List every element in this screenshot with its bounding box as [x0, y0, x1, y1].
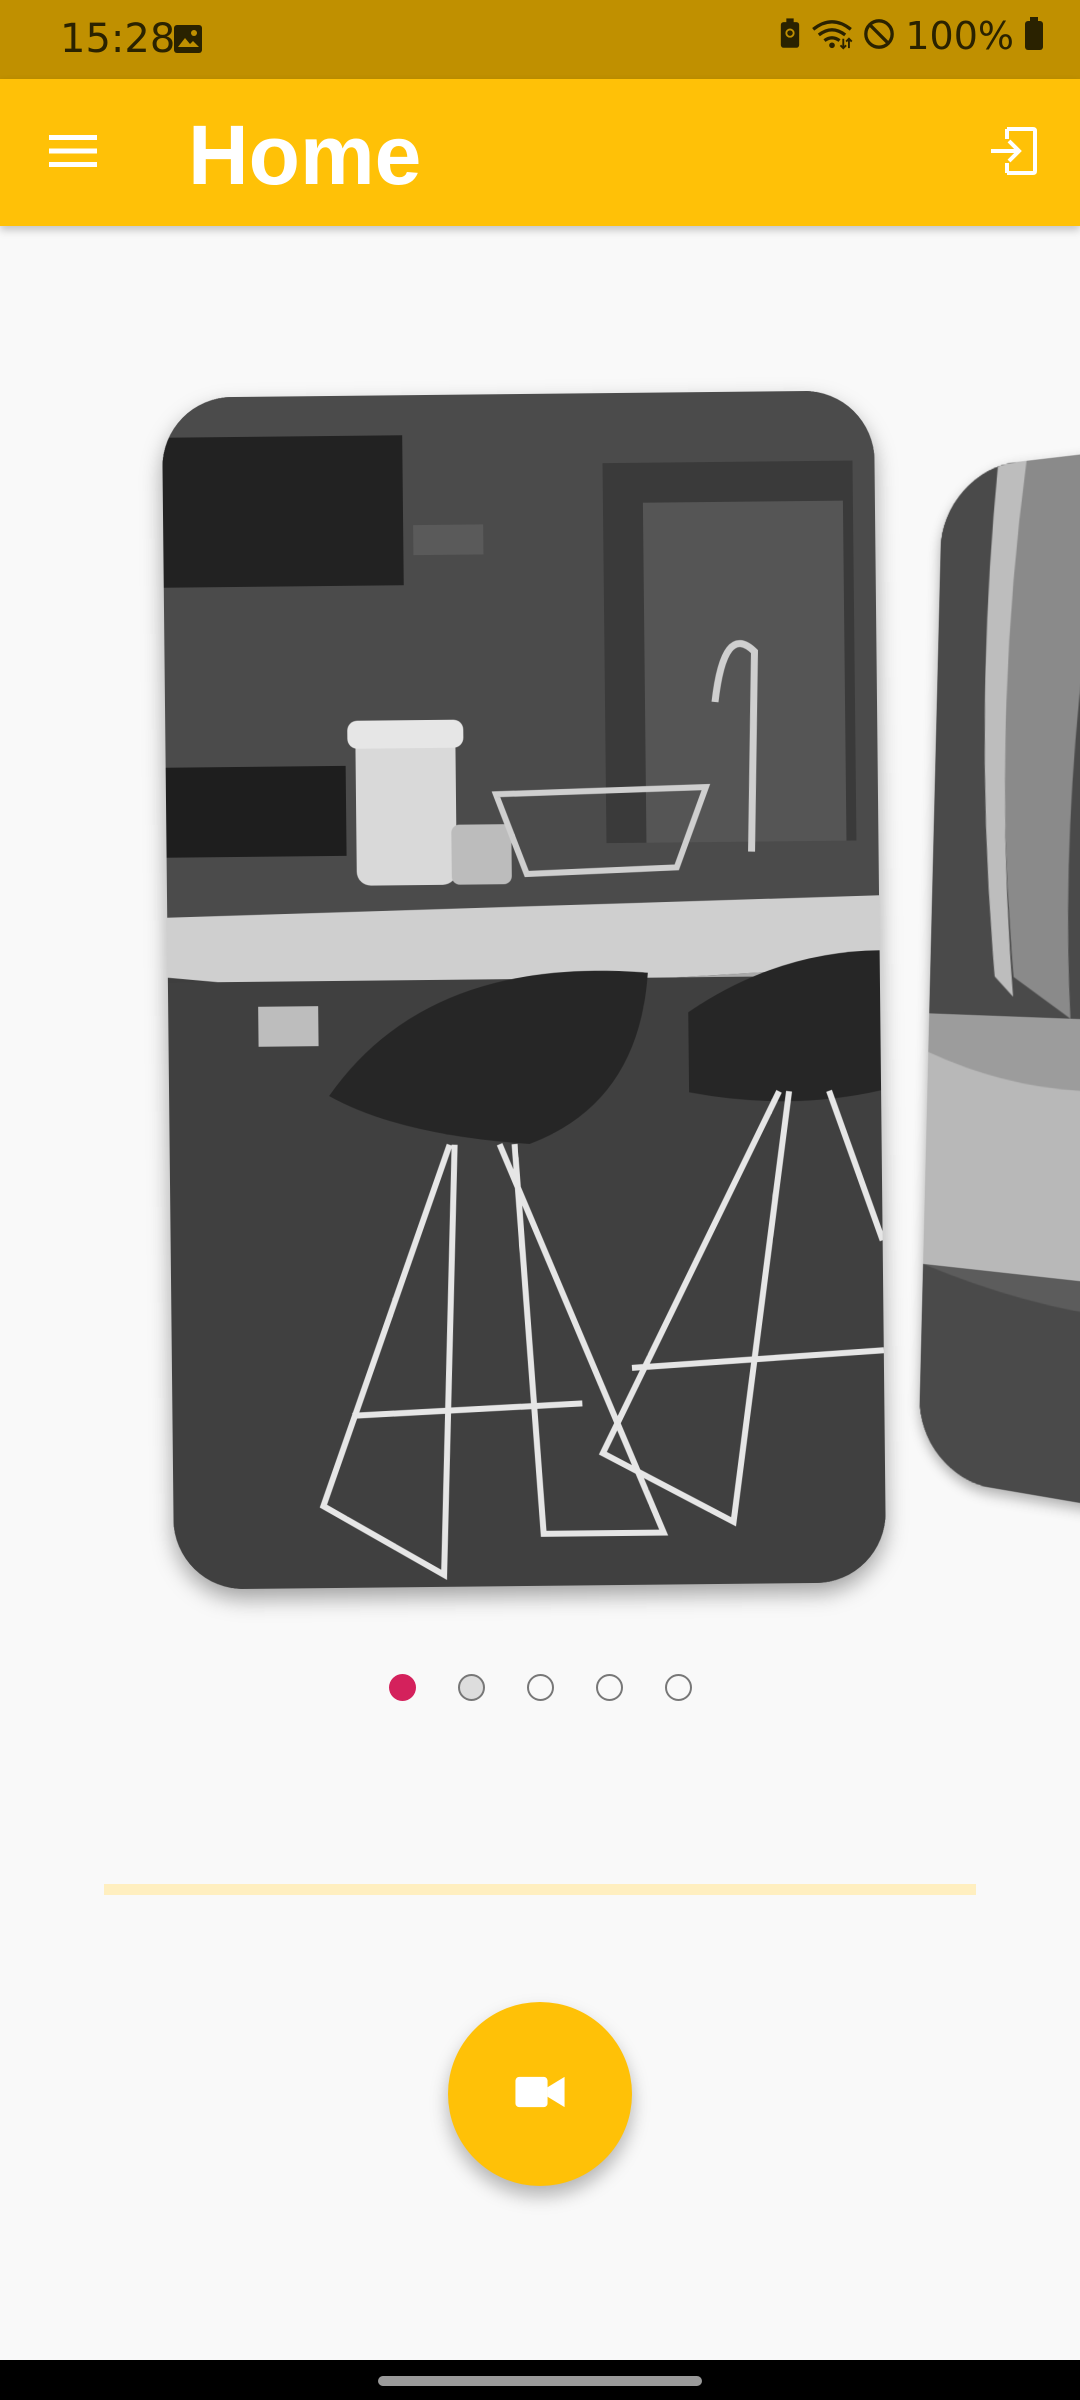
divider — [104, 1884, 976, 1895]
page-title: Home — [188, 107, 421, 204]
page-dot-5[interactable] — [665, 1674, 692, 1701]
logout-icon — [987, 125, 1039, 182]
page-dot-3[interactable] — [527, 1674, 554, 1701]
page-dot-4[interactable] — [596, 1674, 623, 1701]
record-video-button[interactable] — [448, 2002, 632, 2186]
page-dot-1[interactable] — [389, 1674, 416, 1701]
battery-saver-icon — [779, 18, 801, 55]
camera-carousel[interactable] — [0, 226, 1080, 1676]
carousel-page-indicator — [0, 1674, 1080, 1704]
battery-icon — [1024, 17, 1044, 56]
logout-button[interactable] — [970, 115, 1056, 191]
image-icon — [173, 24, 203, 54]
kitchen-camera-card[interactable] — [162, 390, 886, 1589]
app-bar: Home — [0, 79, 1080, 226]
home-gesture-handle[interactable] — [378, 2376, 702, 2386]
videocam-icon — [515, 2075, 565, 2114]
wifi-icon — [811, 18, 853, 55]
status-time: 15:28 — [60, 16, 175, 62]
kitchen-camera-feed — [162, 390, 886, 1589]
page-dot-2[interactable] — [458, 1674, 485, 1701]
yard-camera-card[interactable] — [918, 441, 1080, 1518]
status-bar: 15:28 100% — [0, 0, 1080, 79]
status-icons: 100% — [779, 14, 1044, 58]
battery-percentage: 100% — [905, 14, 1014, 58]
yard-camera-feed — [918, 441, 1080, 1518]
do-not-disturb-icon — [863, 18, 895, 55]
system-navigation-bar — [0, 2360, 1080, 2400]
menu-icon — [49, 133, 97, 174]
menu-button[interactable] — [30, 115, 116, 191]
